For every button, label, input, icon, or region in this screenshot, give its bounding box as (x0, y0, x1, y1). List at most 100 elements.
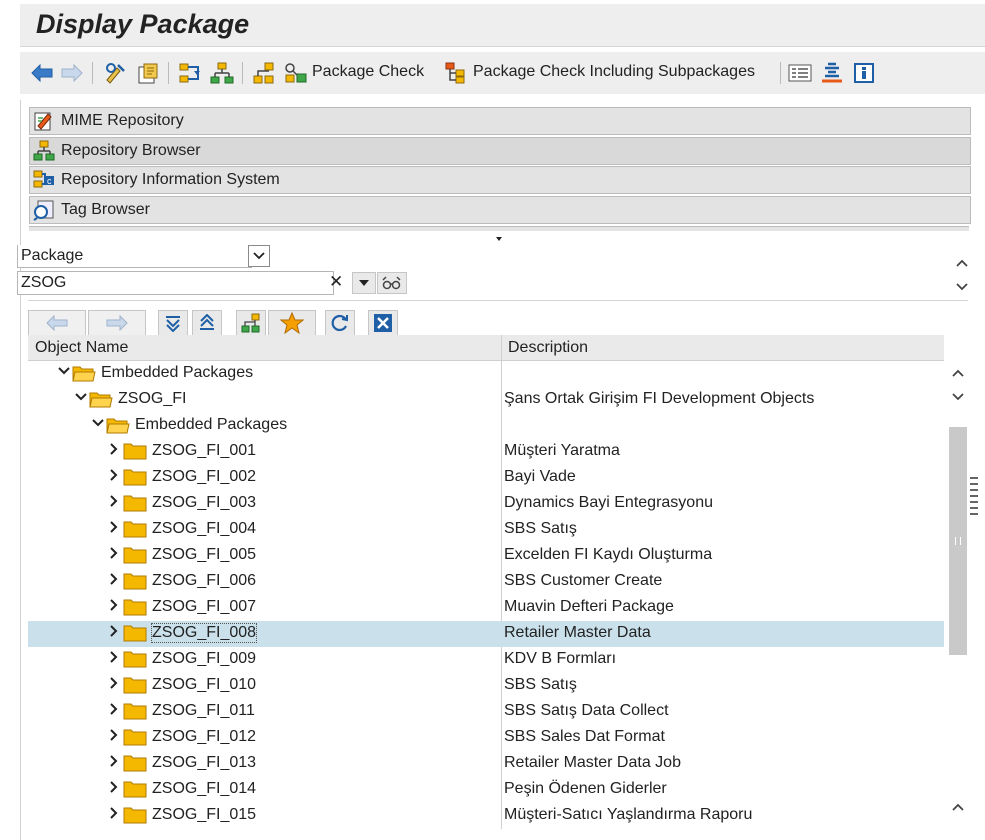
collapsed-arrow-icon[interactable] (108, 521, 120, 537)
folder-icon (123, 807, 147, 824)
folder-icon (123, 781, 147, 798)
tree-row[interactable]: ZSOG_FI_003 Dynamics Bayi Entegrasyonu (28, 491, 944, 517)
tree-forward-button[interactable] (88, 310, 146, 336)
tree-row[interactable]: ZSOG_FI_014 Peşin Ödenen Giderler (28, 777, 944, 803)
collapsed-arrow-icon[interactable] (108, 729, 120, 745)
column-header-description[interactable]: Description (508, 339, 588, 357)
tree-hierarchy-icon[interactable] (236, 310, 266, 336)
collapsed-arrow-icon[interactable] (108, 573, 120, 589)
expand-all-icon[interactable] (158, 310, 188, 336)
collapse-all-icon[interactable] (192, 310, 222, 336)
collapsed-arrow-icon[interactable] (108, 495, 120, 511)
object-type-dropdown[interactable]: Package (17, 245, 252, 268)
tree-row[interactable]: ZSOG_FI_009 KDV B Formları (28, 647, 944, 673)
tree-node-label: ZSOG_FI_001 (152, 442, 257, 459)
tree-row[interactable]: ZSOG_FI_015 Müşteri-Satıcı Yaşlandırma R… (28, 803, 944, 829)
favorites-star-icon[interactable] (268, 310, 316, 336)
open-folder-icon (89, 392, 113, 408)
tree-row[interactable]: ZSOG_FI_005 Excelden FI Kaydı Oluşturma (28, 543, 944, 569)
folder-icon (123, 495, 147, 512)
page-title: Display Package (36, 9, 250, 39)
tree-row[interactable]: ZSOG_FI_012 SBS Sales Dat Format (28, 725, 944, 751)
other-object-icon[interactable] (136, 61, 160, 85)
clear-icon[interactable]: ✕ (329, 272, 343, 292)
nav-mime-repository[interactable]: MIME Repository (29, 107, 971, 135)
expanded-arrow-icon[interactable] (75, 391, 87, 407)
collapsed-arrow-icon[interactable] (108, 599, 120, 615)
value-dropdown-icon[interactable] (352, 272, 376, 294)
tree-row[interactable]: ZSOG_FI_002 Bayi Vade (28, 465, 944, 491)
toolbar-separator (242, 62, 243, 84)
tree-row-selected[interactable]: ZSOG_FI_008 Retailer Master Data (28, 621, 944, 647)
package-check-subpackages-button[interactable]: Package Check Including Subpackages (473, 63, 755, 81)
tree-node-label: ZSOG_FI_003 (152, 494, 257, 511)
tree-node-label: ZSOG_FI_013 (152, 754, 257, 771)
tree-row[interactable]: ZSOG_FI_004 SBS Satış (28, 517, 944, 543)
collapsed-arrow-icon[interactable] (108, 469, 120, 485)
tree-row[interactable]: Embedded Packages (28, 361, 944, 387)
tree-node-label: ZSOG_FI_005 (152, 546, 257, 563)
tree-row[interactable]: ZSOG_FI Şans Ortak Girişim FI Developmen… (28, 387, 944, 413)
tree-row[interactable]: ZSOG_FI_006 SBS Customer Create (28, 569, 944, 595)
object-name-input[interactable]: ZSOG (17, 271, 334, 295)
collapsed-arrow-icon[interactable] (108, 807, 120, 823)
tree-row[interactable]: ZSOG_FI_001 Müşteri Yaratma (28, 439, 944, 465)
tree-row[interactable]: ZSOG_FI_007 Muavin Defteri Package (28, 595, 944, 621)
column-header-object-name[interactable]: Object Name (35, 339, 128, 357)
collapsed-arrow-icon[interactable] (108, 703, 120, 719)
nav-repository-browser[interactable]: Repository Browser (29, 137, 971, 165)
package-check-button[interactable]: Package Check (312, 63, 424, 81)
expanded-arrow-icon[interactable] (58, 365, 70, 381)
package-check-icon[interactable] (284, 61, 308, 85)
nav-item-label: Repository Information System (61, 171, 280, 188)
nav-repository-information-system[interactable]: c Repository Information System (29, 166, 971, 194)
scroll-down-icon[interactable] (951, 800, 965, 818)
tree-node-label: ZSOG_FI_010 (152, 676, 257, 693)
folder-icon (123, 651, 147, 668)
where-used-icon[interactable] (178, 61, 202, 85)
tree-back-button[interactable] (28, 310, 86, 336)
package-hierarchy-icon[interactable] (252, 61, 276, 85)
dropdown-chevron-icon[interactable] (248, 245, 270, 267)
tree-node-label: ZSOG_FI_009 (152, 650, 257, 667)
collapsed-arrow-icon[interactable] (108, 443, 120, 459)
tree-node-label: ZSOG_FI_008 (150, 623, 258, 643)
tree-node-description: Müşteri Yaratma (504, 442, 620, 459)
repository-browser-icon (33, 140, 55, 162)
tree-row[interactable]: Embedded Packages (28, 413, 944, 439)
list-display-icon[interactable] (788, 61, 812, 85)
folder-icon (123, 703, 147, 720)
selector-scroll-arrows-icon[interactable] (955, 258, 969, 296)
collapsed-arrow-icon[interactable] (108, 755, 120, 771)
hierarchy-icon[interactable] (210, 61, 234, 85)
tree-row[interactable]: ZSOG_FI_013 Retailer Master Data Job (28, 751, 944, 777)
close-tree-icon[interactable] (368, 310, 398, 336)
collapsed-arrow-icon[interactable] (108, 547, 120, 563)
splitter-arrow-icon[interactable] (496, 237, 502, 241)
tree-row[interactable]: ZSOG_FI_010 SBS Satış (28, 673, 944, 699)
refresh-icon[interactable] (325, 310, 355, 336)
back-arrow-icon[interactable] (30, 61, 54, 85)
scroll-up-icon[interactable] (951, 366, 965, 410)
expanded-arrow-icon[interactable] (92, 417, 104, 433)
collapsed-arrow-icon[interactable] (108, 625, 120, 641)
folder-icon (123, 755, 147, 772)
package-check-subpackages-icon[interactable] (444, 61, 468, 85)
info-system-icon: c (33, 169, 55, 191)
nav-item-label: Tag Browser (61, 201, 150, 218)
collapsed-arrow-icon[interactable] (108, 677, 120, 693)
nav-item-label: MIME Repository (61, 112, 184, 129)
tree-row[interactable]: ZSOG_FI_011 SBS Satış Data Collect (28, 699, 944, 725)
folder-icon (123, 729, 147, 746)
collapsed-arrow-icon[interactable] (108, 781, 120, 797)
nav-tag-browser[interactable]: Tag Browser (29, 196, 971, 224)
folder-icon (123, 573, 147, 590)
folder-icon (123, 599, 147, 616)
information-icon[interactable] (852, 61, 876, 85)
collapsed-arrow-icon[interactable] (108, 651, 120, 667)
forward-arrow-icon[interactable] (60, 61, 84, 85)
align-icon[interactable] (820, 61, 844, 85)
display-change-icon[interactable] (104, 61, 128, 85)
display-glasses-icon[interactable] (377, 272, 407, 294)
panel-resize-handle[interactable] (970, 476, 978, 520)
